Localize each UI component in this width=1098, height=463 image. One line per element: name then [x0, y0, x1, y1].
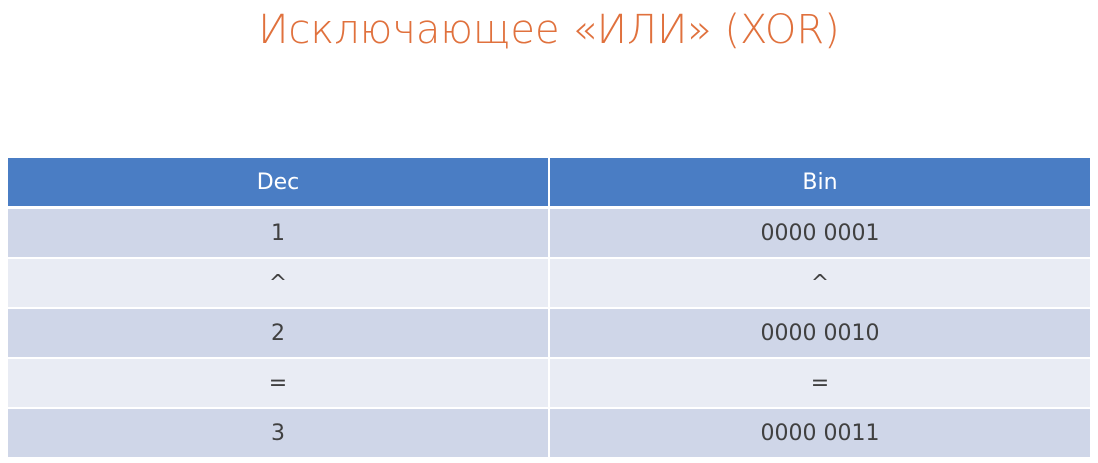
table-row: 2 0000 0010	[8, 307, 1090, 358]
cell-bin: =	[548, 357, 1090, 408]
cell-bin: ^	[548, 257, 1090, 308]
table-header-row: Dec Bin	[8, 158, 1090, 209]
cell-dec: 2	[8, 307, 549, 358]
xor-table: Dec Bin 1 0000 0001 ^ ^ 2 0000 0010 = =	[8, 158, 1090, 457]
table-row: = =	[8, 357, 1090, 408]
cell-bin: 0000 0001	[548, 207, 1090, 258]
xor-table-container: Dec Bin 1 0000 0001 ^ ^ 2 0000 0010 = =	[8, 158, 1090, 457]
cell-dec: ^	[8, 257, 549, 308]
header-bin: Bin	[548, 158, 1090, 209]
table-row: ^ ^	[8, 257, 1090, 308]
slide-title: Исключающее «ИЛИ» (XOR)	[258, 7, 840, 53]
cell-bin: 0000 0010	[548, 307, 1090, 358]
cell-dec: 3	[8, 407, 549, 457]
table-row: 3 0000 0011	[8, 407, 1090, 457]
cell-bin: 0000 0011	[548, 407, 1090, 457]
cell-dec: =	[8, 357, 549, 408]
header-dec: Dec	[8, 158, 549, 209]
table-row: 1 0000 0001	[8, 207, 1090, 258]
cell-dec: 1	[8, 207, 549, 258]
